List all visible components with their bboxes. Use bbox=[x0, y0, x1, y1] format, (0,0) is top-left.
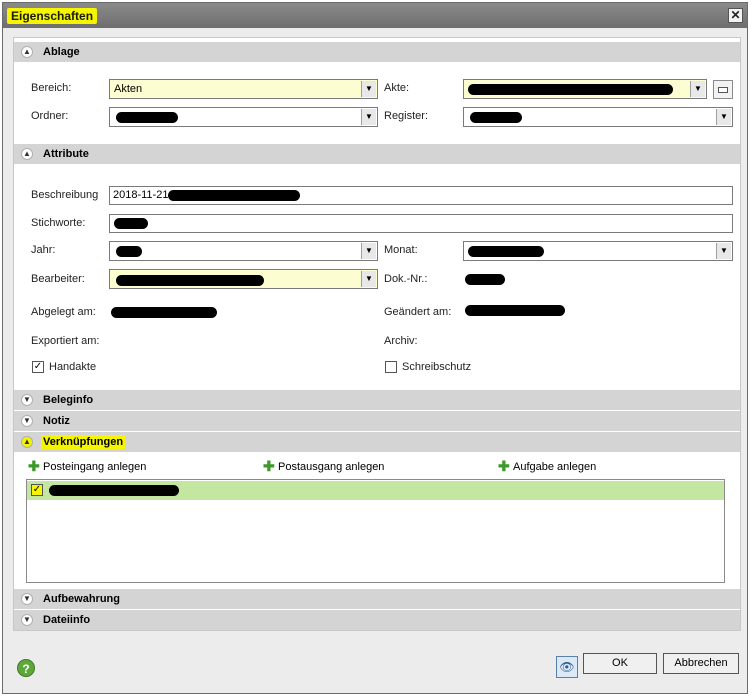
register-combo[interactable]: ▼ bbox=[463, 107, 733, 127]
verknuepfungen-list[interactable]: ✓ bbox=[26, 479, 725, 583]
register-label: Register: bbox=[384, 110, 429, 122]
redaction bbox=[468, 84, 673, 95]
section-beleginfo[interactable]: ▼ Beleginfo bbox=[14, 390, 740, 410]
section-notiz-label: Notiz bbox=[43, 415, 70, 427]
posteingang-anlegen-label: Posteingang anlegen bbox=[43, 461, 147, 473]
beschreibung-input[interactable]: 2018-11-21 bbox=[109, 186, 733, 205]
ordner-label: Ordner: bbox=[31, 110, 69, 122]
doknr-label: Dok.-Nr.: bbox=[384, 273, 428, 285]
section-verknuepfungen-label: Verknüpfungen bbox=[41, 435, 126, 449]
chevron-down-icon[interactable]: ▼ bbox=[361, 243, 376, 259]
section-ablage[interactable]: ▲ Ablage bbox=[14, 42, 740, 62]
verknuepfungen-highlight: Verknüpfungen bbox=[41, 435, 126, 449]
title-bar[interactable]: Eigenschaften ✕ bbox=[3, 3, 747, 28]
chevron-down-icon[interactable]: ▼ bbox=[690, 81, 705, 97]
exportiert-label: Exportiert am: bbox=[31, 335, 100, 347]
geaendert-value-redaction bbox=[465, 305, 565, 316]
close-button[interactable]: ✕ bbox=[728, 8, 743, 23]
stichworte-input[interactable] bbox=[109, 214, 733, 233]
monat-combo[interactable]: ▼ bbox=[463, 241, 733, 261]
help-icon[interactable]: ? bbox=[17, 659, 35, 677]
section-dateiinfo[interactable]: ▼ Dateiinfo bbox=[14, 610, 740, 630]
section-notiz[interactable]: ▼ Notiz bbox=[14, 411, 740, 431]
section-ablage-label: Ablage bbox=[43, 46, 80, 58]
chevron-down-icon[interactable]: ▼ bbox=[716, 243, 731, 259]
cancel-button[interactable]: Abbrechen bbox=[663, 653, 739, 674]
list-item[interactable]: ✓ bbox=[27, 481, 724, 500]
redaction bbox=[114, 218, 148, 229]
redaction bbox=[49, 485, 179, 496]
schreibschutz-checkbox[interactable] bbox=[385, 361, 397, 373]
bearbeiter-label: Bearbeiter: bbox=[31, 273, 85, 285]
window-title: Eigenschaften bbox=[7, 8, 98, 24]
geaendert-label: Geändert am: bbox=[384, 306, 452, 318]
redaction bbox=[116, 112, 178, 123]
postausgang-anlegen-link[interactable]: ✚ Postausgang anlegen bbox=[263, 458, 385, 474]
checked-document-icon: ✓ bbox=[31, 484, 43, 496]
redaction bbox=[468, 246, 544, 257]
properties-dialog: Eigenschaften ✕ ▲ Ablage Bereich: Akten … bbox=[2, 2, 748, 694]
abgelegt-label: Abgelegt am: bbox=[31, 306, 96, 318]
handakte-label: Handakte bbox=[49, 361, 97, 373]
plus-icon: ✚ bbox=[498, 458, 510, 474]
section-aufbewahrung-label: Aufbewahrung bbox=[43, 593, 120, 605]
properties-panel: ▲ Ablage Bereich: Akten ▼ Akte: ▼ Ordner… bbox=[13, 37, 741, 631]
akte-label: Akte: bbox=[384, 82, 410, 94]
ordner-combo[interactable]: ▼ bbox=[109, 107, 378, 127]
bereich-value: Akten bbox=[114, 83, 143, 95]
monat-label: Monat: bbox=[384, 244, 418, 256]
chevron-down-icon: ▼ bbox=[21, 415, 33, 427]
schreibschutz-label: Schreibschutz bbox=[402, 361, 472, 373]
plus-icon: ✚ bbox=[263, 458, 275, 474]
redaction bbox=[168, 190, 300, 201]
postausgang-anlegen-label: Postausgang anlegen bbox=[278, 461, 385, 473]
beschreibung-label: Beschreibung bbox=[31, 189, 99, 201]
chevron-up-icon: ▲ bbox=[21, 436, 33, 448]
aufgabe-anlegen-link[interactable]: ✚ Aufgabe anlegen bbox=[498, 458, 597, 474]
card-icon bbox=[718, 87, 728, 93]
redaction bbox=[116, 275, 264, 286]
bereich-combo[interactable]: Akten ▼ bbox=[109, 79, 378, 99]
chevron-down-icon: ▼ bbox=[21, 593, 33, 605]
chevron-down-icon[interactable]: ▼ bbox=[716, 109, 731, 125]
abgelegt-value-redaction bbox=[111, 307, 217, 318]
doknr-value-redaction bbox=[465, 274, 505, 285]
bereich-label: Bereich: bbox=[31, 82, 72, 94]
redaction bbox=[116, 246, 142, 257]
posteingang-anlegen-link[interactable]: ✚ Posteingang anlegen bbox=[28, 458, 147, 474]
background-strip bbox=[748, 0, 752, 699]
preview-eye-icon[interactable]: 👁 bbox=[556, 656, 578, 678]
beschreibung-value: 2018-11-21 bbox=[113, 189, 169, 201]
chevron-up-icon: ▲ bbox=[21, 148, 33, 160]
section-attribute[interactable]: ▲ Attribute bbox=[14, 144, 740, 164]
chevron-down-icon[interactable]: ▼ bbox=[361, 271, 376, 287]
chevron-down-icon[interactable]: ▼ bbox=[361, 81, 376, 97]
section-attribute-label: Attribute bbox=[43, 148, 89, 160]
chevron-down-icon[interactable]: ▼ bbox=[361, 109, 376, 125]
handakte-checkbox[interactable]: ✓ bbox=[32, 361, 44, 373]
plus-icon: ✚ bbox=[28, 458, 40, 474]
akte-combo[interactable]: ▼ bbox=[463, 79, 707, 99]
section-verknuepfungen[interactable]: ▲ Verknüpfungen bbox=[14, 432, 740, 452]
jahr-combo[interactable]: ▼ bbox=[109, 241, 378, 261]
aufgabe-anlegen-label: Aufgabe anlegen bbox=[513, 461, 597, 473]
chevron-down-icon: ▼ bbox=[21, 394, 33, 406]
ok-button[interactable]: OK bbox=[583, 653, 657, 674]
section-dateiinfo-label: Dateiinfo bbox=[43, 614, 91, 626]
akte-browse-button[interactable] bbox=[713, 80, 733, 99]
redaction bbox=[470, 112, 522, 123]
bearbeiter-combo[interactable]: ▼ bbox=[109, 269, 378, 289]
archiv-label: Archiv: bbox=[384, 335, 418, 347]
jahr-label: Jahr: bbox=[31, 244, 56, 256]
chevron-up-icon: ▲ bbox=[21, 46, 33, 58]
stichworte-label: Stichworte: bbox=[31, 217, 86, 229]
chevron-down-icon: ▼ bbox=[21, 614, 33, 626]
section-aufbewahrung[interactable]: ▼ Aufbewahrung bbox=[14, 589, 740, 609]
section-beleginfo-label: Beleginfo bbox=[43, 394, 94, 406]
